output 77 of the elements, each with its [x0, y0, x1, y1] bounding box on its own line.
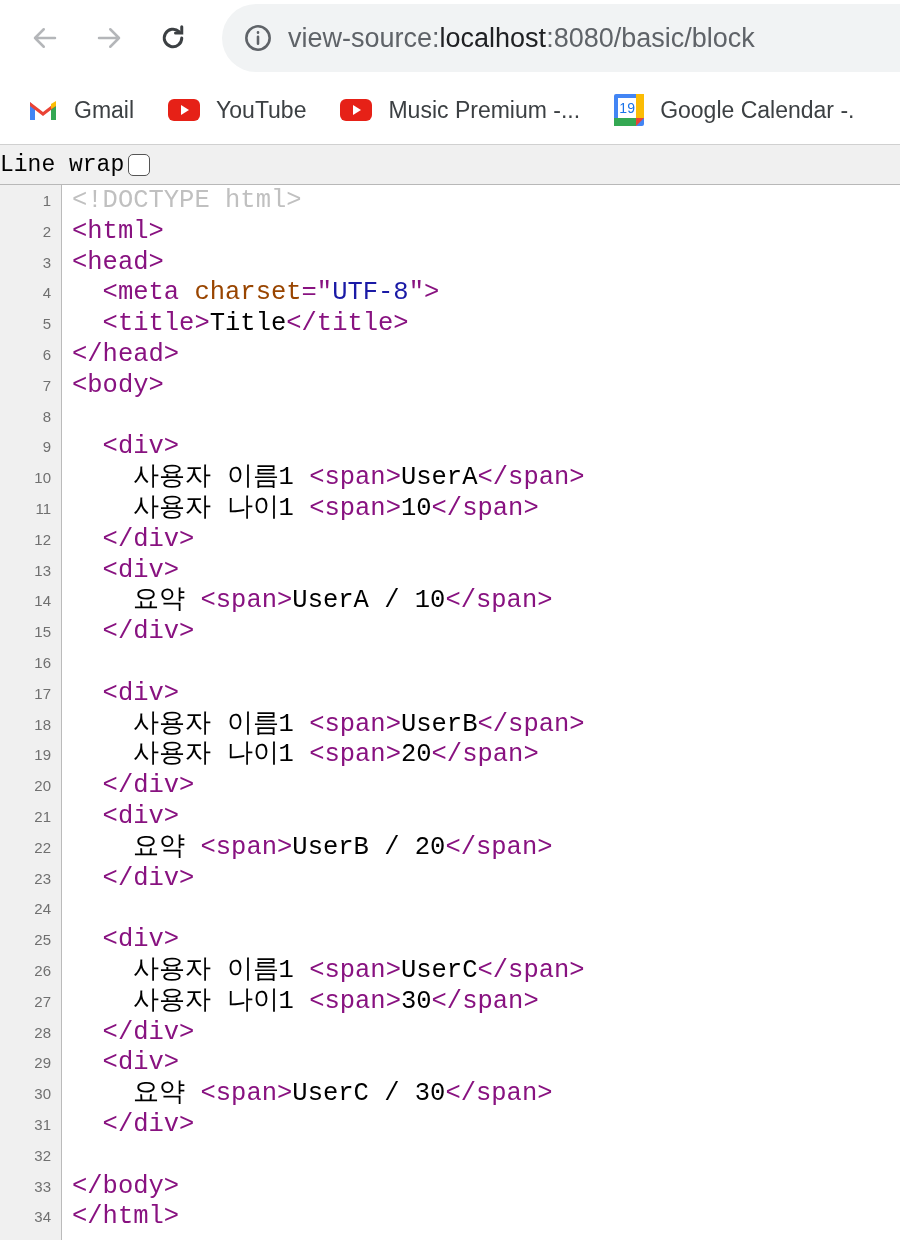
code-line: 요약 <span>UserC / 30</span> [132, 1079, 554, 1110]
code-line: </div> [101, 771, 196, 802]
line-number: 23 [33, 868, 52, 889]
code-line: </div> [101, 863, 196, 895]
code-line: </div> [101, 524, 196, 556]
code-line: 요약 <span>UserB / 20</span> [132, 832, 554, 864]
code-line: <title>Title</title> [101, 309, 410, 340]
line-number: 28 [33, 1022, 52, 1043]
line-number: 9 [41, 437, 52, 458]
line-number: 2 [41, 221, 52, 242]
code-line: </html> [72, 1202, 181, 1234]
url-text: view-source:localhost:8080/basic/block [288, 22, 755, 54]
line-number: 15 [33, 622, 52, 643]
line-number: 11 [34, 498, 52, 519]
code-line: </head> [72, 340, 181, 371]
line-number: 29 [33, 1053, 52, 1074]
line-number: 3 [41, 252, 52, 273]
code-line: 사용자 이름1 <span>UserC</span> [132, 955, 585, 987]
line-number: 16 [33, 652, 52, 673]
line-number: 4 [41, 283, 52, 304]
code-line: 사용자 나이1 <span>30</span> [132, 986, 540, 1018]
line-number: 33 [33, 1176, 52, 1197]
code-line: </div> [101, 1017, 196, 1049]
line-number: 24 [33, 899, 52, 920]
bookmark[interactable]: Gmail [28, 96, 135, 124]
code-line: <div> [101, 678, 181, 710]
bookmark[interactable]: Music Premium -... [340, 96, 581, 124]
line-number: 1 [41, 191, 52, 211]
line-number: 14 [33, 591, 52, 612]
code-line: </div> [101, 1109, 196, 1141]
line-number: 12 [33, 529, 52, 550]
code-line: <head> [72, 247, 165, 279]
code-line: 사용자 이름1 <span>UserA</span> [132, 463, 585, 494]
code-line: 사용자 나이1 <span>20</span> [132, 740, 540, 772]
mail-icon [28, 98, 58, 122]
code-line: <html> [72, 216, 165, 248]
code-line: 사용자 이름1 <span>UserB</span> [132, 709, 585, 741]
code-line: <!DOCTYPE html> [72, 186, 303, 217]
calendar-icon: 19 [614, 94, 645, 126]
address-bar[interactable]: view-source:localhost:8080/basic/block [222, 4, 900, 72]
line-number: 17 [33, 683, 52, 704]
line-number: 32 [33, 1145, 52, 1166]
code-line: <meta charset="UTF-8"> [101, 278, 441, 310]
line-number: 34 [33, 1207, 52, 1228]
line-number: 8 [41, 406, 52, 427]
bookmark[interactable]: 19 Google Calendar -. [614, 94, 855, 126]
play-icon [340, 98, 373, 122]
code-line: </div> [101, 617, 196, 648]
line-number: 10 [33, 468, 52, 489]
line-number: 30 [33, 1084, 52, 1105]
line-number: 26 [33, 960, 52, 981]
code-line: <div> [101, 432, 181, 464]
line-wrap-label: Line wrap [0, 151, 125, 178]
line-number: 31 [33, 1114, 52, 1135]
code-line: <div> [101, 1048, 181, 1080]
line-wrap-checkbox[interactable] [128, 153, 151, 176]
code-line: <div> [101, 925, 181, 956]
bookmark[interactable]: YouTube [168, 96, 307, 124]
code-line: 요약 <span>UserA / 10</span> [132, 586, 554, 618]
code-line: <div> [101, 801, 181, 833]
info-icon [244, 24, 272, 52]
code-line: </body> [72, 1171, 181, 1203]
line-number: 22 [33, 837, 52, 858]
line-number: 6 [41, 345, 52, 365]
line-number: 13 [33, 560, 52, 581]
play-icon [168, 98, 201, 122]
line-number: 27 [33, 991, 52, 1012]
line-number: 25 [33, 930, 52, 951]
line-number: 19 [33, 745, 52, 766]
line-number: 21 [33, 806, 52, 827]
code-line: <body> [72, 370, 165, 402]
code-line: <div> [101, 555, 181, 587]
code-line: 사용자 나이1 <span>10</span> [132, 493, 540, 525]
line-number: 5 [41, 314, 52, 335]
line-number: 20 [33, 776, 52, 797]
line-number: 18 [33, 714, 52, 735]
line-number: 7 [41, 375, 52, 396]
